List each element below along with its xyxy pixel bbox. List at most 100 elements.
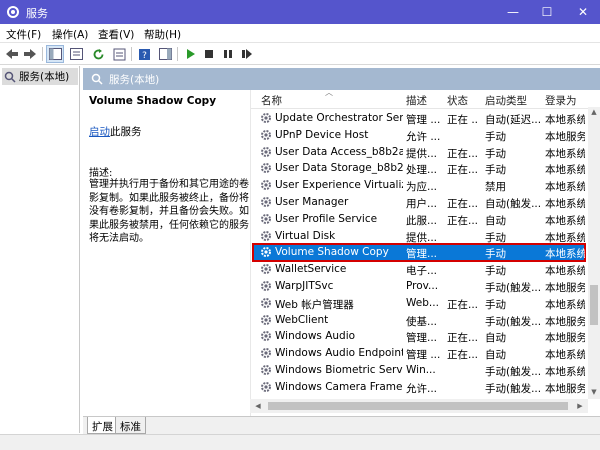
service-log-on-as-cell: 本地系统 (545, 164, 585, 177)
service-name-cell: User Data Storage_b8b2... (275, 162, 403, 175)
tab-standard[interactable]: 标准 (115, 417, 146, 434)
gear-icon (261, 314, 271, 325)
vertical-scroll-thumb[interactable] (590, 285, 598, 325)
show-console-tree-icon[interactable] (46, 45, 64, 63)
description-text: 管理并执行用于备份和其它用途的卷影复制。如果此服务被终止，备份将没有卷影复制，并… (89, 179, 249, 244)
column-header-status[interactable]: 状态 (447, 93, 468, 108)
svg-text:?: ? (142, 51, 147, 61)
column-header-log-on-as[interactable]: 登录为 (545, 93, 577, 108)
gear-icon (261, 129, 271, 140)
service-row[interactable]: WarpJITSvc Prov... 手动(触发... 本地服务 (253, 278, 585, 295)
menu-help[interactable]: 帮助(H) (144, 27, 181, 42)
gear-icon (261, 381, 271, 392)
stop-service-icon[interactable] (200, 45, 218, 63)
export-list-icon[interactable] (110, 45, 128, 63)
service-log-on-as-cell: 本地服务 (545, 282, 585, 294)
service-startup-type-cell: 手动 (485, 248, 506, 261)
service-startup-type-cell: 手动 (485, 231, 506, 244)
service-row[interactable]: Windows Audio 管理... 正在... 自动 本地服务 (253, 328, 585, 345)
minimize-button[interactable]: — (496, 0, 530, 24)
service-status-cell: 正在... (447, 147, 477, 160)
service-row[interactable]: Windows Camera Frame ... 允许... 手动(触发... 本地服… (253, 379, 585, 396)
column-header-description[interactable]: 描述 (406, 93, 427, 108)
show-hide-action-pane-icon[interactable] (156, 45, 174, 63)
service-description-cell: 允许... (406, 382, 438, 395)
service-startup-type-cell: 自动(触发... (485, 198, 541, 210)
service-log-on-as-cell: 本地系统 (545, 265, 585, 278)
service-row[interactable]: User Experience Virtualiz... 为应... 禁用 本地系统 (253, 177, 585, 194)
scroll-left-icon[interactable]: ◀ (252, 400, 264, 412)
tree-item-local-services[interactable]: 服务(本地) (2, 68, 78, 85)
help-icon[interactable]: ? (135, 45, 153, 63)
service-description-cell: 使基... (406, 315, 438, 328)
toolbar: ? (0, 43, 600, 65)
scroll-up-icon[interactable]: ▲ (589, 108, 599, 118)
service-row[interactable]: User Profile Service 此服... 正在... 自动 本地系统 (253, 211, 585, 228)
pause-service-icon[interactable] (219, 45, 237, 63)
horizontal-scroll-thumb[interactable] (268, 402, 568, 410)
service-row[interactable]: Web 帐户管理器 Web... 正在... 手动 本地系统 (253, 295, 585, 312)
menu-view[interactable]: 查看(V) (98, 27, 134, 42)
column-header-name[interactable]: 名称 (261, 93, 282, 108)
gear-icon (261, 297, 271, 308)
service-name-cell: User Experience Virtualiz... (275, 179, 403, 192)
service-log-on-as-cell: 本地服务 (545, 130, 585, 143)
gear-icon (261, 348, 271, 359)
scroll-down-icon[interactable]: ▼ (589, 388, 599, 398)
service-startup-type-cell: 自动 (485, 214, 506, 227)
service-startup-type-cell: 手动(触发... (485, 282, 541, 294)
sort-ascending-icon: ︿ (325, 90, 333, 97)
service-name-cell: Virtual Disk (275, 229, 336, 242)
restart-service-icon[interactable] (238, 45, 256, 63)
service-log-on-as-cell: 本地系统 (545, 231, 585, 244)
service-description-cell: 管理 ... (406, 114, 441, 126)
service-log-on-as-cell: 本地系统 (545, 198, 585, 210)
service-status-cell: 正在... (447, 332, 477, 345)
service-status-cell: 正在... (447, 349, 477, 362)
service-startup-type-cell: 手动(触发... (485, 315, 541, 328)
menu-file[interactable]: 文件(F) (6, 27, 41, 42)
back-icon[interactable] (3, 45, 21, 63)
service-log-on-as-cell: 本地服务 (545, 315, 585, 328)
scroll-right-icon[interactable]: ▶ (574, 400, 586, 412)
service-row[interactable]: WalletService 电子... 手动 本地系统 (253, 261, 585, 278)
service-name-cell: Windows Audio (275, 330, 356, 343)
forward-icon[interactable] (21, 45, 39, 63)
service-row[interactable]: User Data Storage_b8b2... 处理... 正在... 手动 本地系… (253, 160, 585, 177)
service-description-cell: 用户... (406, 198, 438, 210)
service-startup-type-cell: 手动 (485, 164, 506, 177)
title-bar: 服务 — ☐ ✕ (0, 0, 600, 24)
services-app-icon (7, 6, 19, 18)
gear-icon (261, 331, 271, 342)
view-tabs: 扩展 标准 (83, 416, 600, 434)
service-log-on-as-cell: 本地系统 (545, 248, 585, 261)
service-row[interactable]: Virtual Disk 提供... 手动 本地系统 (253, 228, 585, 245)
start-service-link[interactable]: 启动 (89, 126, 110, 138)
menu-action[interactable]: 操作(A) (52, 27, 88, 42)
service-description-cell: 管理... (406, 332, 438, 345)
service-description-cell: 允许 ... (406, 130, 441, 143)
start-service-icon[interactable] (181, 45, 199, 63)
properties-pane-icon[interactable] (67, 45, 85, 63)
list-header: ︿ 名称 描述 状态 启动类型 登录为 (251, 90, 600, 109)
service-startup-type-cell: 自动(延迟... (485, 114, 541, 126)
gear-icon (261, 197, 271, 207)
gear-icon (261, 180, 271, 191)
service-row[interactable]: Windows Biometric Servi... Win... 手动(触发...… (253, 362, 585, 379)
service-row[interactable]: Volume Shadow Copy 管理... 手动 本地系统 (252, 243, 586, 263)
close-button[interactable]: ✕ (566, 0, 600, 24)
column-header-startup-type[interactable]: 启动类型 (485, 93, 527, 108)
refresh-icon[interactable] (89, 45, 107, 63)
maximize-button[interactable]: ☐ (530, 0, 564, 24)
horizontal-scrollbar[interactable]: ◀ ▶ (250, 399, 588, 413)
tab-extended[interactable]: 扩展 (87, 417, 118, 434)
service-row[interactable]: UPnP Device Host 允许 ... 手动 本地服务 (253, 127, 585, 144)
vertical-scrollbar[interactable]: ▲ ▼ (588, 107, 600, 399)
service-log-on-as-cell: 本地服务 (545, 332, 585, 345)
service-row[interactable]: Windows Audio Endpoint... 管理 ... 正在... 自动 本地… (253, 345, 585, 362)
service-row[interactable]: WebClient 使基... 手动(触发... 本地服务 (253, 312, 585, 329)
service-row[interactable]: Update Orchestrator Ser...管理 ... 正在 ... 自动… (253, 110, 585, 127)
service-row[interactable]: User Data Access_b8b2af3 提供... 正在... 手动 本地系统 (253, 144, 585, 161)
service-log-on-as-cell: 本地系统 (545, 147, 585, 160)
service-row[interactable]: User Manager 用户... 正在... 自动(触发... 本地系统 (253, 194, 585, 211)
